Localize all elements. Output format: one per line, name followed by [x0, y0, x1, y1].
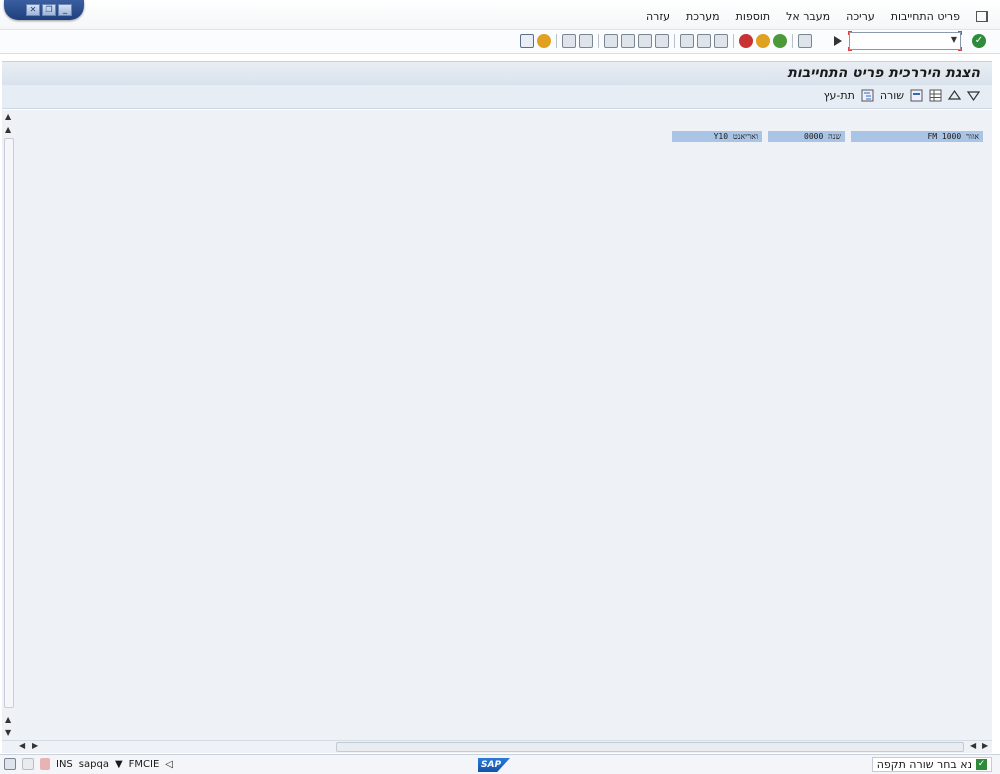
back-icon[interactable]	[773, 34, 787, 48]
menu-system[interactable]: מערכת	[686, 10, 720, 23]
menu-bar: ✕ ❐ _ פריט התחייבות עריכה מעבר אל תוספות…	[0, 0, 1000, 30]
cancel-icon[interactable]	[739, 34, 753, 48]
app-toolbar-items: שורה תת-עץ	[824, 89, 981, 102]
minimize-window-icon[interactable]: _	[58, 4, 72, 16]
scroll-right-icon[interactable]: ▶	[32, 741, 38, 750]
menu-list: פריט התחייבות עריכה מעבר אל תוספות מערכת…	[646, 10, 988, 23]
toolbar-right-group: ✓	[834, 31, 986, 51]
vertical-scroll-track[interactable]	[4, 138, 14, 708]
content-area	[2, 110, 992, 740]
window-controls: ✕ ❐ _	[4, 0, 84, 20]
horizontal-scroll-thumb[interactable]	[336, 742, 964, 752]
first-page-icon[interactable]	[604, 34, 618, 48]
collapse-all-icon[interactable]	[966, 89, 981, 102]
restore-window-icon[interactable]: ❐	[42, 4, 56, 16]
enter-check-icon[interactable]: ✓	[972, 34, 986, 48]
table-icon[interactable]	[929, 89, 942, 102]
lock-icon[interactable]	[4, 758, 16, 770]
save-icon[interactable]	[798, 34, 812, 48]
success-check-icon: ✓	[976, 759, 987, 770]
menu-goto[interactable]: מעבר אל	[786, 10, 830, 23]
status-mode: INS	[56, 758, 73, 770]
status-system: FMCIE	[128, 758, 160, 770]
year-field: שנה 0000	[768, 131, 845, 142]
expand-all-icon[interactable]	[947, 89, 962, 102]
status-system-dropdown-icon[interactable]: ▼	[115, 759, 123, 770]
toolbar-separator	[733, 34, 734, 48]
find-icon[interactable]	[680, 34, 694, 48]
menu-help[interactable]: עזרה	[646, 10, 670, 23]
close-window-icon[interactable]: ✕	[26, 4, 40, 16]
fm-area-field: אזור FM 1000	[851, 131, 983, 142]
status-left-group: INS sapqa ▼ FMCIE ◁	[4, 758, 173, 770]
row-icon	[910, 89, 923, 102]
command-field[interactable]	[848, 31, 962, 51]
horizontal-scrollbar[interactable]: ◀ ▶ ◀ ▶	[2, 740, 992, 753]
status-collapse-icon[interactable]: ◁	[165, 759, 173, 770]
standard-toolbar: ✓	[0, 30, 1000, 54]
layout-icon[interactable]	[520, 34, 534, 48]
sap-logo: SAP	[478, 758, 510, 772]
find-next-icon[interactable]	[697, 34, 711, 48]
menu-edit[interactable]: עריכה	[846, 10, 875, 23]
scroll-right-end-icon[interactable]: ▶	[982, 741, 988, 750]
status-message[interactable]: ✓ נא בחר שורה תקפה	[871, 757, 992, 772]
menu-commitment-item[interactable]: פריט התחייבות	[891, 10, 960, 23]
subtree-icon	[861, 89, 874, 102]
application-toolbar: שורה תת-עץ	[2, 85, 992, 109]
toolbar-separator	[674, 34, 675, 48]
last-page-icon[interactable]	[655, 34, 669, 48]
flag-icon	[40, 758, 50, 770]
exit-icon[interactable]	[976, 11, 988, 22]
toolbar-separator	[556, 34, 557, 48]
toolbar-separator	[598, 34, 599, 48]
row-button[interactable]: שורה	[880, 89, 904, 102]
page-title: הצגת היררכית פריט התחייבות	[787, 65, 980, 81]
status-bar: INS sapqa ▼ FMCIE ◁ SAP ✓ נא בחר שורה תק…	[0, 754, 1000, 774]
vertical-scrollbar[interactable]: ▲ ▲ ▲ ▼	[2, 110, 16, 740]
subtree-button[interactable]: תת-עץ	[824, 89, 855, 102]
exit-icon[interactable]	[756, 34, 770, 48]
help-icon[interactable]	[537, 34, 551, 48]
print-icon[interactable]	[714, 34, 728, 48]
variant-field: ואריאנט Y10	[672, 131, 762, 142]
previous-page-icon[interactable]	[621, 34, 635, 48]
next-page-icon[interactable]	[638, 34, 652, 48]
shortcut-icon[interactable]	[579, 34, 593, 48]
status-message-text: נא בחר שורה תקפה	[876, 758, 972, 771]
toolbar-left-group	[520, 34, 812, 48]
toolbar-separator	[792, 34, 793, 48]
header-fields: אזור FM 1000 שנה 0000 ואריאנט Y10	[672, 131, 983, 142]
scroll-page-up-icon[interactable]: ▲	[5, 125, 11, 134]
scroll-up-icon[interactable]: ▲	[5, 112, 11, 121]
menu-extras[interactable]: תוספות	[736, 10, 770, 23]
title-bar: הצגת היררכית פריט התחייבות	[2, 61, 992, 85]
scroll-down-icon[interactable]: ▼	[5, 728, 11, 737]
scroll-left-icon[interactable]: ◀	[19, 741, 25, 750]
expand-command-icon[interactable]	[834, 36, 842, 46]
new-session-icon[interactable]	[562, 34, 576, 48]
scroll-left-end-icon[interactable]: ◀	[970, 741, 976, 750]
scroll-page-down-icon[interactable]: ▲	[5, 715, 11, 724]
transfer-icon	[22, 758, 34, 770]
status-client: sapqa	[78, 758, 109, 770]
